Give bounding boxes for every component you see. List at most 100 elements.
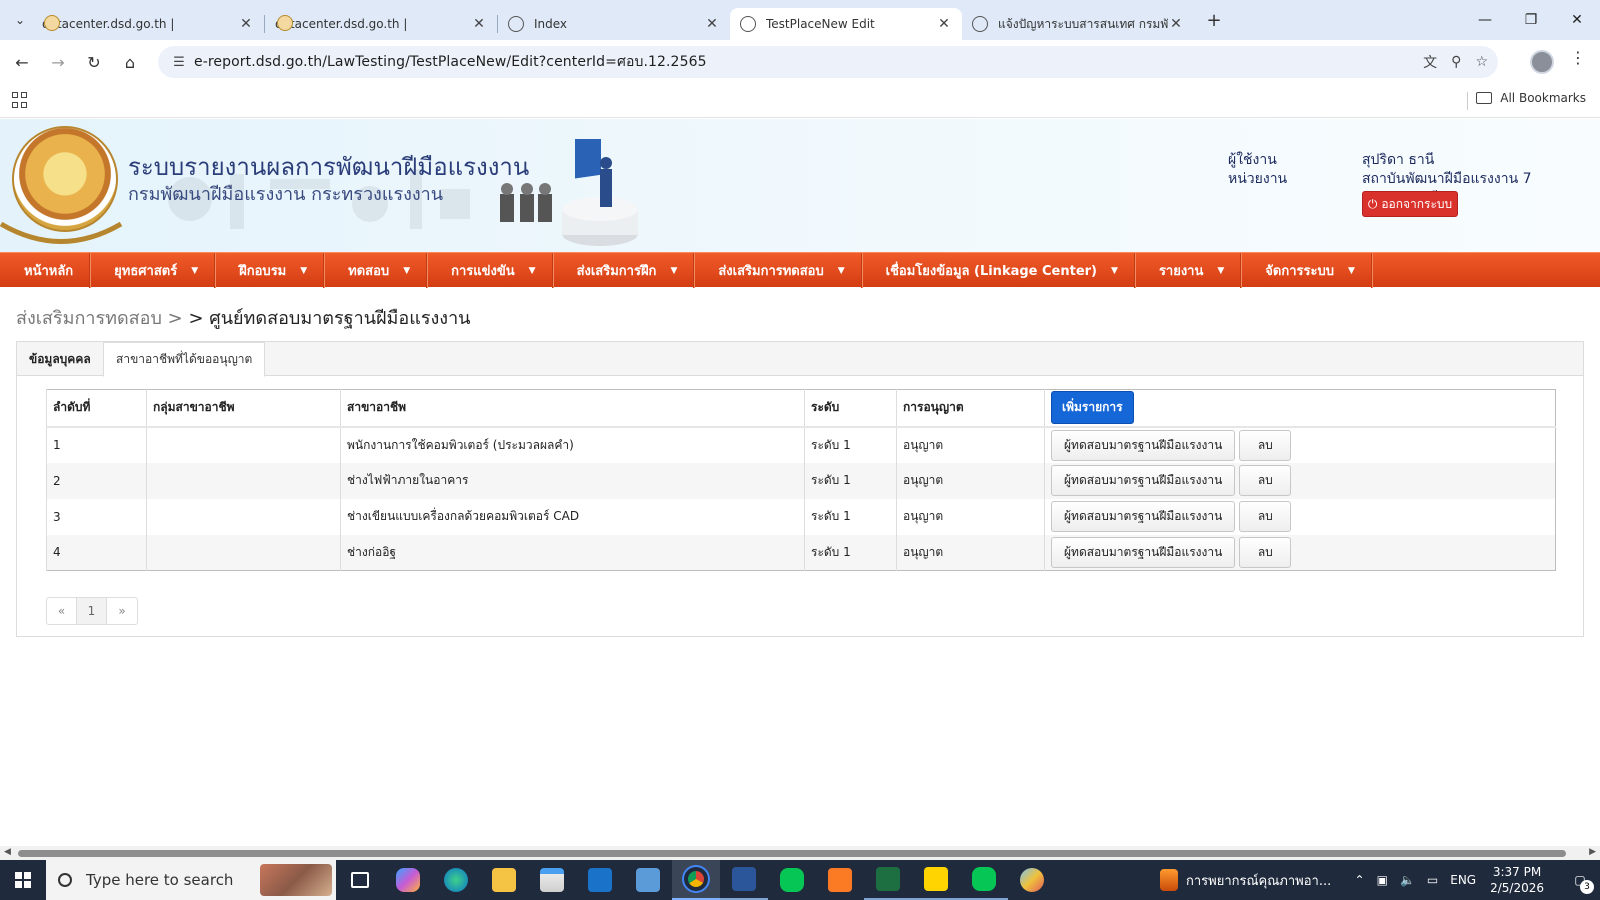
tab-title: แจ้งปัญหาระบบสารสนเทศ กรมพัฒนาฝีมือแรงงา… [998,16,1168,31]
delete-button[interactable]: ลบ [1239,429,1292,461]
delete-button[interactable]: ลบ [1239,465,1292,496]
remote-desktop-icon[interactable] [624,860,672,900]
line-icon-2[interactable] [960,860,1008,900]
menu-item-training[interactable]: ฝึกอบรม ▼ [215,253,325,288]
browser-tab-4-active[interactable]: TestPlaceNew Edit ✕ [730,8,962,40]
cell-group [146,426,341,463]
browser-tab-3[interactable]: Index ✕ [498,8,730,40]
delete-button[interactable]: ลบ [1239,501,1292,532]
header-no: ลำดับที่ [46,389,147,428]
chevron-up-icon[interactable]: ⌃ [1355,873,1365,887]
forward-button[interactable]: → [40,44,76,80]
menu-item-testing[interactable]: ทดสอบ ▼ [324,253,428,288]
menu-item-strategy[interactable]: ยุทธศาสตร์ ▼ [90,253,216,288]
pager-page[interactable]: 1 [77,598,107,624]
unit-label: หน่วยงาน [1228,171,1288,187]
back-button[interactable]: ← [4,44,40,80]
menu-item-training-promotion[interactable]: ส่งเสริมการฝึก ▼ [553,253,695,288]
apps-grid-icon[interactable] [12,92,28,108]
volume-icon[interactable]: 🔈 [1400,873,1415,887]
zoom-icon[interactable]: ⚲ [1451,54,1461,70]
line-icon[interactable] [768,860,816,900]
minimize-icon[interactable]: — [1462,0,1508,40]
menu-item-admin[interactable]: จัดการระบบ ▼ [1241,253,1372,288]
word-icon[interactable] [720,860,768,900]
tab-search-button[interactable]: ⌄ [8,8,32,32]
pager-next[interactable]: » [107,598,137,624]
menu-item-linkage-center[interactable]: เชื่อมโยงข้อมูล (Linkage Center) ▼ [862,253,1135,288]
home-icon: ⌂ [124,52,136,72]
testers-button[interactable]: ผู้ทดสอบมาตรฐานฝีมือแรงงาน [1051,429,1236,461]
clock[interactable]: 3:37 PM 2/5/2026 [1490,864,1544,896]
meet-icon[interactable]: ▣ [1377,873,1388,887]
xampp-icon[interactable] [816,860,864,900]
tab-personal-info[interactable]: ข้อมูลบุคคล [17,342,103,376]
url-text[interactable]: e-report.dsd.go.th/LawTesting/TestPlaceN… [194,51,707,73]
browser-tab-2[interactable]: datacenter.dsd.go.th | ✕ [265,8,497,40]
scroll-right-icon[interactable]: ▶ [1589,847,1596,857]
close-icon[interactable]: ✕ [704,16,720,32]
bookmark-star-icon[interactable]: ☆ [1475,54,1488,70]
add-item-button[interactable]: เพิ่มรายการ [1051,391,1134,425]
clock-time: 3:37 PM [1492,865,1542,879]
all-bookmarks-button[interactable]: All Bookmarks [1476,91,1586,105]
notification-button[interactable]: ▢ 3 [1560,860,1600,900]
outlook-icon[interactable] [576,860,624,900]
clock-date: 2/5/2026 [1490,881,1544,895]
file-explorer-icon[interactable] [480,860,528,900]
close-icon[interactable]: ✕ [238,16,254,32]
breadcrumb-parent[interactable]: ส่งเสริมการทดสอบ [16,308,162,329]
task-view-icon[interactable] [336,860,384,900]
menu-label: เชื่อมโยงข้อมูล (Linkage Center) [885,264,1098,279]
taskbar-task-item[interactable]: การพยากรณ์คุณภาพอา... [1160,860,1331,900]
close-icon[interactable]: ✕ [471,16,487,32]
close-icon[interactable]: ✕ [1168,16,1184,32]
browser-menu-icon[interactable]: ⋮ [1568,48,1588,67]
menu-item-testing-promotion[interactable]: ส่งเสริมการทดสอบ ▼ [694,253,862,288]
scrollbar-thumb[interactable] [18,850,1566,857]
browser-tab-1[interactable]: datacenter.dsd.go.th | ✕ [32,8,264,40]
profile-avatar[interactable] [1530,50,1554,74]
cell-branch: ช่างเขียนแบบเครื่องกลด้วยคอมพิวเตอร์ CAD [340,498,805,535]
home-button[interactable]: ⌂ [112,44,148,80]
breadcrumb-current: > ศูนย์ทดสอบมาตรฐานฝีมือแรงงาน [188,308,471,329]
start-button[interactable] [0,860,46,900]
site-info-icon[interactable]: ☰ [164,55,194,70]
scroll-left-icon[interactable]: ◀ [4,847,11,857]
network-icon[interactable]: ▭ [1427,873,1438,887]
browser-toolbar: ← → ↻ ⌂ ☰ e-report.dsd.go.th/LawTesting/… [0,40,1600,84]
caret-down-icon: ▼ [1347,265,1355,276]
chrome-icon[interactable] [672,860,720,900]
pager-prev[interactable]: « [47,598,77,624]
restore-icon[interactable]: ❐ [1508,0,1554,40]
testers-button[interactable]: ผู้ทดสอบมาตรฐานฝีมือแรงงาน [1051,536,1236,568]
menu-item-competition[interactable]: การแข่งขัน ▼ [427,253,553,288]
excel-icon[interactable] [864,860,912,900]
address-bar[interactable]: ☰ e-report.dsd.go.th/LawTesting/TestPlac… [158,46,1498,78]
language-indicator[interactable]: ENG [1450,873,1476,887]
window-close-icon[interactable]: ✕ [1554,0,1600,40]
browser-tab-5[interactable]: แจ้งปัญหาระบบสารสนเทศ กรมพัฒนาฝีมือแรงงา… [962,8,1194,40]
presentation-illustration [500,139,638,246]
taskbar-search[interactable]: Type here to search [46,860,336,900]
menu-item-home[interactable]: หน้าหลัก [0,253,91,288]
edge-icon[interactable] [432,860,480,900]
sticky-notes-icon[interactable] [912,860,960,900]
search-highlight-image [260,864,332,896]
tab-licensed-branches[interactable]: สาขาอาชีพที่ได้ขออนุญาต [103,342,266,377]
reload-button[interactable]: ↻ [76,44,112,80]
cell-permit: อนุญาต [896,534,1045,571]
store-icon[interactable] [528,860,576,900]
translate-icon[interactable]: 文 [1423,52,1437,72]
close-icon[interactable]: ✕ [936,16,952,32]
menu-item-reports[interactable]: รายงาน ▼ [1135,253,1242,288]
delete-button[interactable]: ลบ [1239,536,1292,568]
window-controls: — ❐ ✕ [1462,0,1600,40]
horizontal-scrollbar[interactable]: ◀ ▶ [0,846,1600,860]
copilot-icon[interactable] [384,860,432,900]
testers-button[interactable]: ผู้ทดสอบมาตรฐานฝีมือแรงงาน [1051,465,1236,496]
testers-button[interactable]: ผู้ทดสอบมาตรฐานฝีมือแรงงาน [1051,501,1236,532]
paint-icon[interactable] [1008,860,1056,900]
new-tab-button[interactable]: + [1200,6,1228,34]
logout-button[interactable]: ⏻ ออกจากระบบ [1362,191,1458,217]
